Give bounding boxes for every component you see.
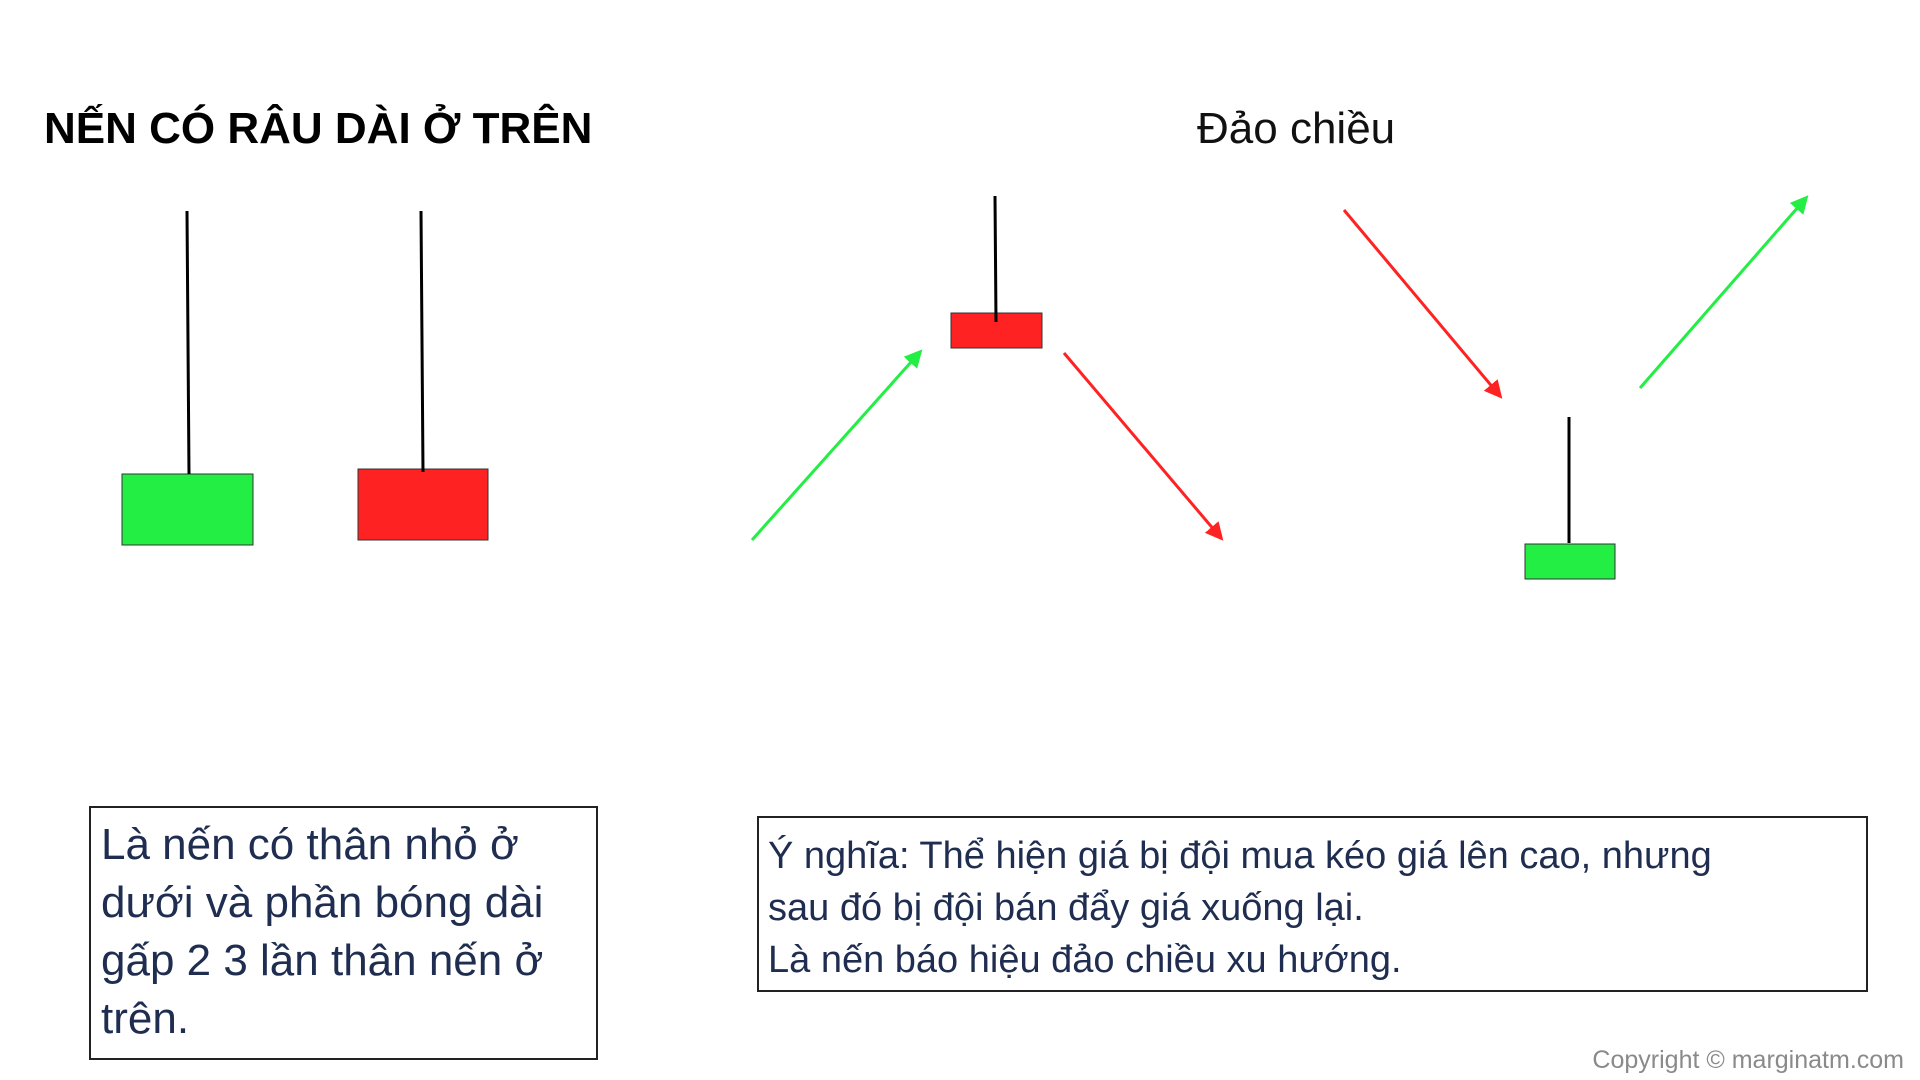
meaning-line: sau đó bị đội bán đẩy giá xuống lại. <box>768 887 1364 929</box>
downtrend-arrow-before-bottom <box>1342 209 1503 399</box>
example-green-candle-wick <box>185 210 191 475</box>
copyright-text: Copyright © marginatm.com <box>1592 1046 1904 1074</box>
uptrend-arrow-before-top <box>750 349 923 541</box>
definition-line: dưới và phần bóng dài <box>101 878 544 927</box>
bottom-reversal-green-candle-body <box>1524 543 1616 580</box>
downtrend-arrow-after-top <box>1062 352 1224 541</box>
uptrend-arrow-after-bottom <box>1638 195 1809 389</box>
definition-line: Là nến có thân nhỏ ở <box>101 820 519 869</box>
definition-line: gấp 2 3 lần thân nến ở <box>101 936 544 985</box>
meaning-line: Là nến báo hiệu đảo chiều xu hướng. <box>768 939 1402 981</box>
example-green-candle-body <box>121 473 254 546</box>
definition-line: trên. <box>101 994 190 1043</box>
top-reversal-red-candle-wick <box>993 195 998 323</box>
meaning-line: Ý nghĩa: Thể hiện giá bị đội mua kéo giá… <box>768 835 1712 877</box>
example-red-candle-wick <box>419 210 425 473</box>
example-red-candle-body <box>357 468 489 541</box>
meaning-box: Ý nghĩa: Thể hiện giá bị đội mua kéo giá… <box>757 816 1868 992</box>
definition-box: Là nến có thân nhỏ ở dưới và phần bóng d… <box>89 806 598 1060</box>
